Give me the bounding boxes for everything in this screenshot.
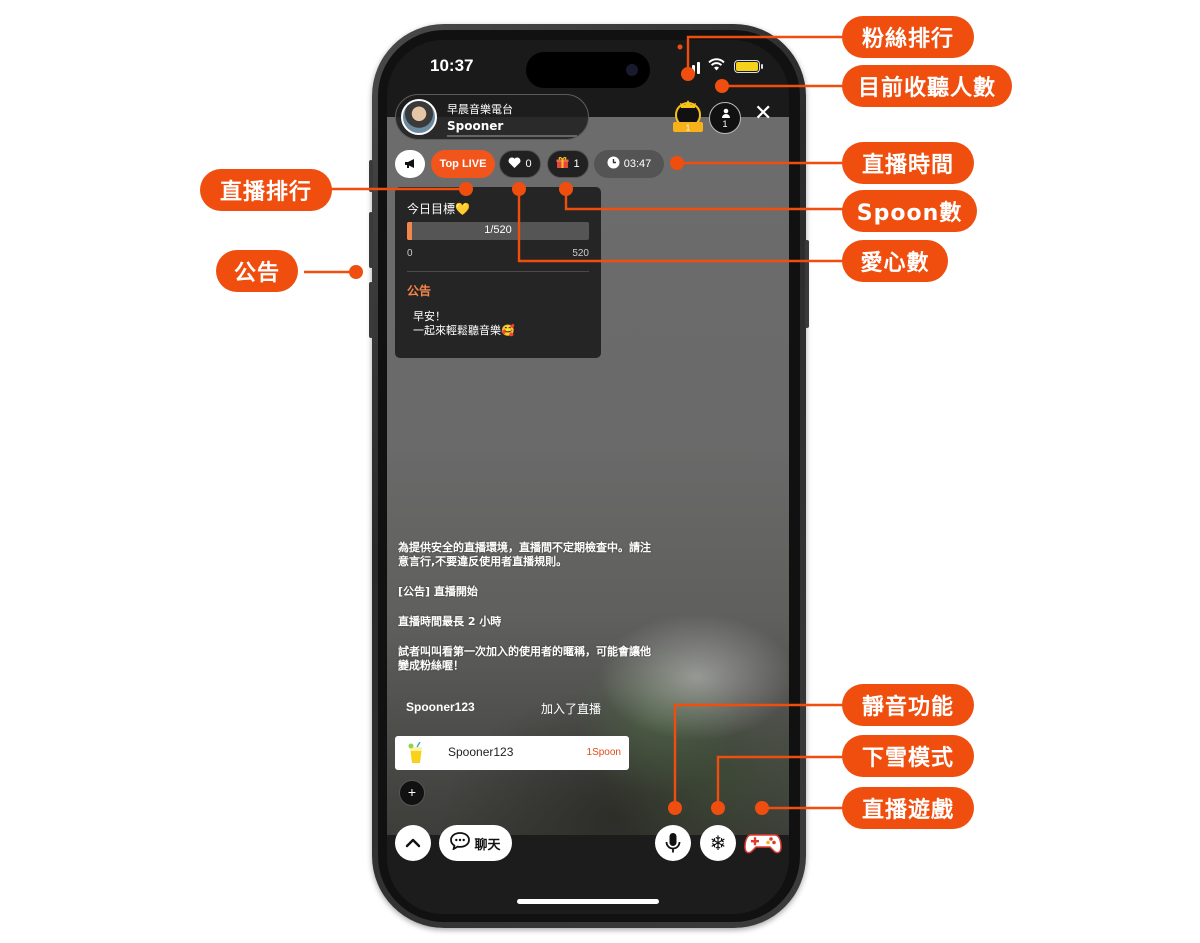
host-avatar[interactable] <box>401 99 437 135</box>
chat-label: 聊天 <box>474 837 501 853</box>
action-button <box>369 160 373 192</box>
drink-icon <box>408 741 424 764</box>
donation-amount: 1Spoon <box>586 747 621 758</box>
snowflake-icon: ❄ <box>709 831 727 855</box>
power-button <box>805 240 809 328</box>
gamepad-icon <box>744 834 782 854</box>
callout-live-game: 直播遊戲 <box>842 787 974 829</box>
heart-icon <box>508 156 521 172</box>
host-name: Spooner <box>447 119 504 133</box>
gift-icon <box>556 156 569 172</box>
callout-mute: 靜音功能 <box>842 684 974 726</box>
plus-button[interactable]: + <box>399 780 425 806</box>
host-level-bar <box>447 135 577 137</box>
donation-card[interactable]: Spooner123 1Spoon <box>395 736 629 770</box>
notice-line: 早安！ <box>413 310 446 323</box>
panel-divider <box>407 271 589 272</box>
fan-rank-crown-icon[interactable]: 1 <box>671 100 705 134</box>
live-time: 03:47 <box>623 158 652 170</box>
join-username[interactable]: Spooner123 <box>406 700 475 714</box>
donation-username: Spooner123 <box>448 745 514 759</box>
system-message-line: 為提供安全的直播環境，直播間不定期檢查中。請注 <box>398 541 651 554</box>
spoon-count: 1 <box>573 158 580 170</box>
daily-goal-max: 520 <box>572 248 589 259</box>
chat-button[interactable]: 聊天 <box>439 825 512 861</box>
listener-count-button[interactable]: 1 <box>709 102 741 134</box>
wifi-icon <box>708 58 725 75</box>
join-message: 加入了直播 <box>541 702 602 716</box>
spoon-count-pill[interactable]: 1 <box>547 150 589 178</box>
heart-count: 0 <box>525 158 532 170</box>
expand-button[interactable] <box>395 825 431 861</box>
system-message: 為提供安全的直播環境，直播間不定期檢查中。請注 意言行,不要違反使用者直播規則。 <box>398 541 698 569</box>
callout-heart-count: 愛心數 <box>842 240 948 282</box>
callout-notice: 公告 <box>216 250 298 292</box>
microphone-icon <box>665 833 681 853</box>
status-time: 10:37 <box>430 56 474 75</box>
duration-message: 直播時間最長 2 小時 <box>398 615 502 628</box>
chevron-up-icon <box>405 838 421 848</box>
daily-goal-title: 今日目標💛 <box>407 202 470 216</box>
fan-rank-number: 1 <box>686 124 691 133</box>
mute-button[interactable] <box>655 825 691 861</box>
volume-down-button <box>369 282 373 338</box>
notice-line: 一起來輕鬆聽音樂🥰 <box>413 324 515 337</box>
home-indicator <box>517 899 659 904</box>
callout-live-time: 直播時間 <box>842 142 974 184</box>
chat-bubble-icon <box>450 832 471 854</box>
host-channel-name: 早晨音樂電台 <box>447 103 513 116</box>
snow-mode-button[interactable]: ❄ <box>700 825 736 861</box>
tip-message-line: 試者叫叫看第一次加入的使用者的暱稱，可能會讓他 <box>398 645 651 658</box>
daily-goal-progress-text: 1/520 <box>484 224 512 236</box>
notice-body: 早安！ 一起來輕鬆聽音樂🥰 <box>413 310 515 338</box>
system-message-line: 意言行,不要違反使用者直播規則。 <box>398 555 568 568</box>
volume-up-button <box>369 212 373 268</box>
announce-message: [公告] 直播開始 <box>398 585 478 598</box>
daily-goal-min: 0 <box>407 248 413 259</box>
host-profile-card[interactable]: 早晨音樂電台 Spooner <box>395 94 589 140</box>
live-rank-button[interactable]: Top LIVE <box>431 150 495 178</box>
clock-icon <box>607 156 620 172</box>
goal-notice-panel: 今日目標💛 1/520 0 520 公告 早安！ 一起來輕鬆聽音樂🥰 <box>395 187 601 358</box>
callout-live-rank: 直播排行 <box>200 169 332 211</box>
app-screen: 10:37 早晨音樂電台 Spooner 1 1 ✕ Top LIVE 0 1 … <box>387 40 789 914</box>
dynamic-island <box>526 52 650 88</box>
notice-toggle-button[interactable] <box>395 150 425 178</box>
callout-listener-count: 目前收聽人數 <box>842 65 1012 107</box>
cellular-signal-icon <box>682 62 700 74</box>
daily-goal-progress-bar: 1/520 <box>407 222 589 240</box>
battery-icon <box>734 60 760 73</box>
megaphone-icon <box>404 157 417 172</box>
listener-count: 1 <box>722 119 728 129</box>
live-game-button[interactable] <box>743 825 783 861</box>
front-camera <box>626 64 638 76</box>
live-time-pill: 03:47 <box>594 150 664 178</box>
tip-message-line: 變成粉絲喔！ <box>398 659 464 672</box>
battery-tip <box>761 64 763 69</box>
heart-count-pill[interactable]: 0 <box>499 150 541 178</box>
callout-fan-rank: 粉絲排行 <box>842 16 974 58</box>
callout-snow-mode: 下雪模式 <box>842 735 974 777</box>
tip-message: 試者叫叫看第一次加入的使用者的暱稱，可能會讓他 變成粉絲喔！ <box>398 645 698 673</box>
callout-spoon-count: Spoon數 <box>842 190 977 232</box>
notice-title: 公告 <box>407 284 432 298</box>
close-button[interactable]: ✕ <box>754 100 772 126</box>
